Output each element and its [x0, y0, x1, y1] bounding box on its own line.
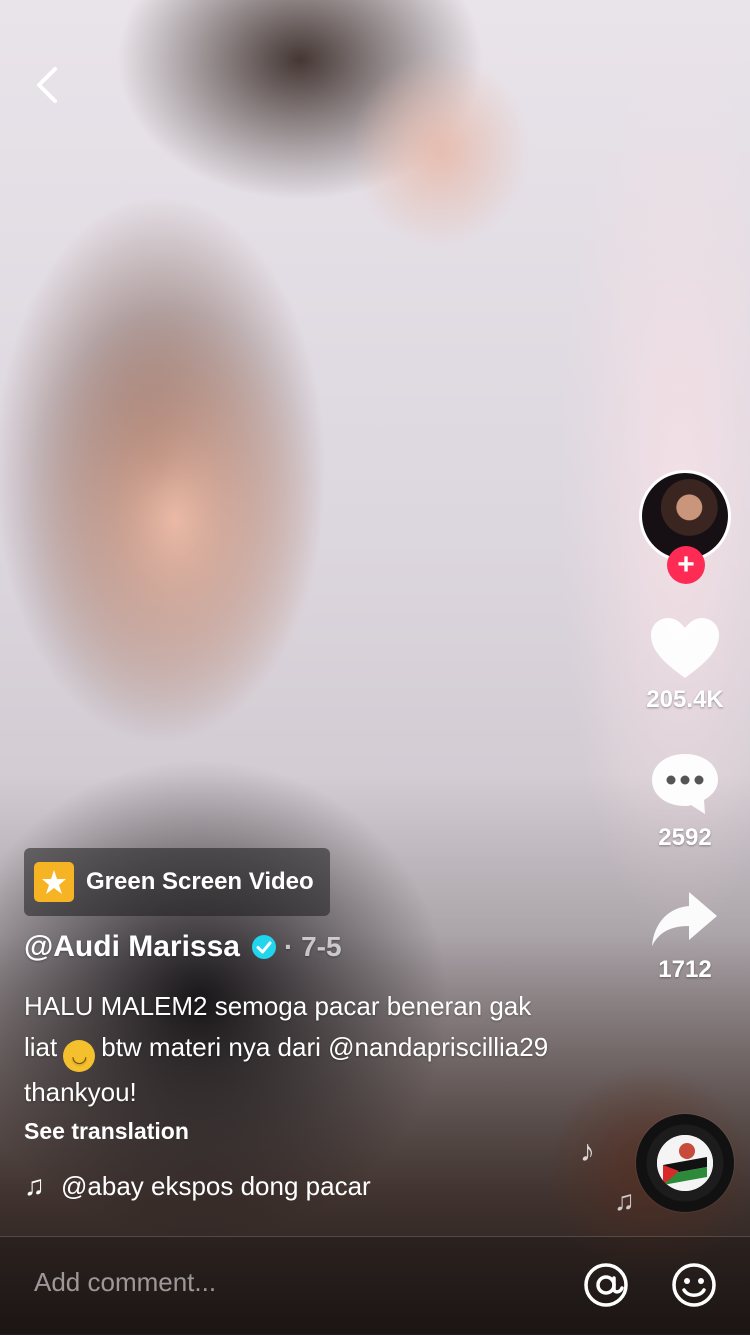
- music-note-icon: ♫: [614, 1185, 635, 1216]
- emoji-icon[interactable]: [670, 1261, 718, 1309]
- post-date: · 7-5: [283, 931, 342, 962]
- post-caption: HALU MALEM2 semoga pacar beneran gak lia…: [24, 986, 564, 1113]
- heart-icon: [650, 618, 719, 678]
- action-column: + 205.4K 2592 1712: [620, 470, 750, 984]
- comment-bar: Add comment...: [0, 1236, 750, 1335]
- sound-marquee[interactable]: ♫ @abay ekspos dong pacar: [24, 1170, 416, 1202]
- music-note-icon: ♪: [580, 1135, 595, 1168]
- creator-avatar[interactable]: +: [639, 470, 739, 584]
- username-link[interactable]: @Audi Marissa: [24, 930, 240, 964]
- back-button[interactable]: [22, 58, 72, 112]
- share-icon: [652, 892, 717, 946]
- comment-input[interactable]: Add comment...: [34, 1267, 216, 1298]
- sound-disc[interactable]: [636, 1114, 734, 1212]
- effect-icon: [34, 862, 74, 902]
- post-header: @Audi Marissa · 7-5: [24, 930, 342, 964]
- back-icon: [37, 67, 57, 103]
- comment-count: 2592: [658, 824, 712, 851]
- upside-down-face-icon: ◡: [63, 1040, 96, 1072]
- at-icon[interactable]: [582, 1261, 630, 1309]
- sound-cover: [657, 1135, 713, 1191]
- see-translation-link[interactable]: See translation: [24, 1118, 189, 1145]
- comment-button[interactable]: 2592: [649, 750, 721, 852]
- verified-icon: [251, 935, 276, 959]
- follow-button[interactable]: +: [667, 546, 705, 584]
- caption-text-continued: btw materi nya dari @nandapriscillia29 t…: [24, 1032, 549, 1107]
- share-count: 1712: [658, 956, 712, 983]
- like-button[interactable]: 205.4K: [646, 616, 724, 714]
- like-count: 205.4K: [646, 686, 724, 713]
- effect-label: Green Screen Video: [86, 868, 314, 895]
- comment-icon: [652, 754, 718, 814]
- effect-badge[interactable]: Green Screen Video: [24, 848, 330, 916]
- music-note-icon: ♫: [24, 1170, 45, 1201]
- share-button[interactable]: 1712: [649, 888, 721, 984]
- sound-title: @abay ekspos dong pacar: [61, 1170, 371, 1201]
